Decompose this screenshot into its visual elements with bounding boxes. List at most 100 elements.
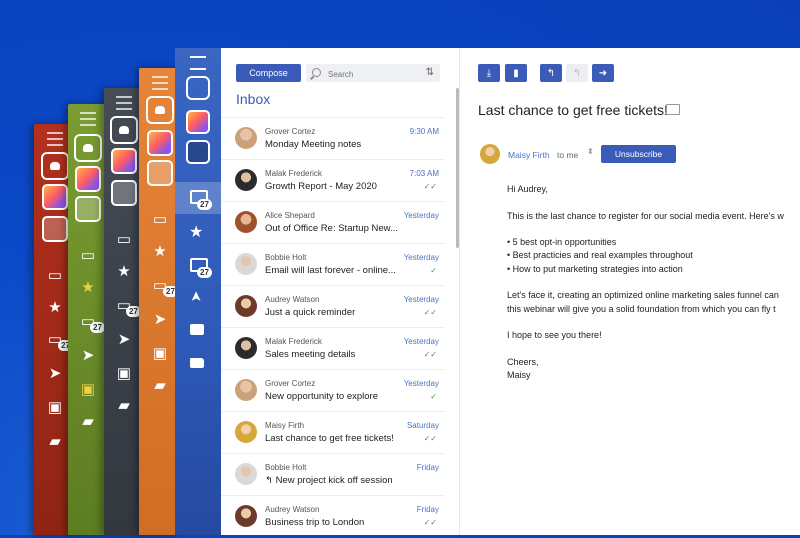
avatar-dark-icon [111, 180, 137, 206]
contacts-icon [146, 96, 174, 124]
folder-icon: ▭ [47, 267, 63, 284]
list-item[interactable]: Malak Frederick Growth Report - May 2020… [221, 159, 445, 202]
search-input[interactable] [326, 66, 420, 82]
subject: Growth Report - May 2020 [265, 181, 377, 192]
subject: Business trip to London [265, 517, 365, 528]
sender-name: Alice Shepard [265, 211, 315, 220]
reply-button[interactable]: ↰ [540, 64, 562, 82]
avatar-color-icon [147, 130, 173, 156]
send-icon[interactable]: ➤ [187, 291, 204, 303]
unsubscribe-button[interactable]: Unsubscribe [601, 145, 676, 163]
theme-panel-green: ▭ ★ ▭ 27 ➤ ▣ ▰ [68, 104, 108, 535]
list-item[interactable]: Maisy Firth Last chance to get free tick… [221, 411, 445, 454]
time: Yesterday [403, 295, 439, 304]
theme-panel-slate: ▭ ★ ▭ 27 ➤ ▣ ▰ [104, 88, 144, 535]
subject: Monday Meeting notes [265, 139, 362, 150]
list-item[interactable]: Audrey Watson Just a quick reminder Yest… [221, 285, 445, 328]
avatar-dark-icon[interactable] [186, 140, 210, 164]
star-icon: ★ [153, 243, 167, 260]
contacts-icon [41, 152, 69, 180]
avatar-color-icon[interactable] [186, 110, 210, 134]
list-item[interactable]: Malak Frederick Sales meeting details Ye… [221, 327, 445, 370]
menu-icon[interactable] [190, 56, 206, 70]
folder-open-icon: ▰ [118, 397, 130, 414]
subject: Out of Office Re: Startup New... [265, 223, 398, 234]
avatar [235, 505, 257, 527]
signoff: Cheers, [507, 356, 539, 367]
badge: 27 [90, 322, 105, 333]
move-to-folder-icon[interactable] [666, 104, 680, 115]
filter-icon[interactable]: ⇅ [426, 67, 434, 78]
search-box: ⇅ [306, 64, 440, 82]
compose-button[interactable]: Compose [236, 64, 301, 82]
send-icon: ➤ [153, 311, 167, 328]
bullet: • How to put marketing strategies into a… [507, 263, 683, 274]
avatar [235, 421, 257, 443]
greeting: Hi Audrey, [507, 184, 548, 194]
time: Friday [416, 463, 439, 472]
folder-icon: ▭ [152, 211, 168, 228]
avatar-color-icon [42, 184, 68, 210]
expand-recipients-icon[interactable]: ⬍ [587, 147, 594, 156]
list-item[interactable]: Grover Cortez New opportunity to explore… [221, 369, 445, 412]
menu-icon [116, 96, 132, 110]
sender-name: Audrey Watson [265, 505, 320, 514]
reply-all-button[interactable]: ↰ [566, 64, 588, 82]
archive-icon: ▣ [116, 365, 132, 382]
read-check: ✓ [430, 266, 437, 275]
contacts-icon [74, 134, 102, 162]
avatar [480, 144, 500, 164]
bullet: • 5 best opt-in opportunities [507, 237, 617, 248]
menu-icon [80, 112, 96, 126]
folder-open-icon: ▰ [49, 433, 61, 450]
archive-icon: ▣ [152, 345, 168, 362]
delete-button[interactable]: ▮ [505, 64, 527, 82]
sender-name[interactable]: Maisy Firth [508, 150, 550, 160]
avatar [235, 169, 257, 191]
mail-body: Hi Audrey, This is the last chance to re… [507, 183, 784, 382]
folder-open-icon[interactable] [190, 358, 204, 368]
time: Yesterday [403, 379, 439, 388]
subject: Last chance to get free tickets! [265, 433, 394, 444]
sender-name: Bobbie Holt [265, 253, 307, 262]
archive-icon: ▣ [80, 381, 96, 398]
subject: Email will last forever - online... [265, 265, 396, 276]
read-check: ✓✓ [423, 518, 437, 527]
avatar [235, 211, 257, 233]
time: Yesterday [403, 211, 439, 220]
read-check: ✓ [430, 392, 437, 401]
time: 9:30 AM [409, 127, 439, 136]
time: Yesterday [403, 337, 439, 346]
list-item[interactable]: Bobbie Holt Email will last forever - on… [221, 243, 445, 286]
contacts-icon[interactable] [186, 76, 210, 100]
folder-badge: 27 [197, 199, 212, 210]
avatar-dark-icon [75, 196, 101, 222]
bullet: • Best practicies and real examples thro… [507, 250, 693, 261]
reading-pane: ⤓ ▮ ↰ ↰ ➜ Last chance to get free ticket… [459, 48, 800, 535]
forward-button[interactable]: ➜ [592, 64, 614, 82]
sender-name: Grover Cortez [265, 379, 316, 388]
download-button[interactable]: ⤓ [478, 64, 500, 82]
star-icon[interactable]: ★ [189, 222, 203, 242]
time: Yesterday [403, 253, 439, 262]
subject: Sales meeting details [265, 349, 356, 360]
time: Friday [416, 505, 439, 514]
sidebar-item-inbox[interactable]: 27 [175, 252, 221, 282]
menu-icon [47, 132, 63, 146]
sender-name: Malak Frederick [265, 337, 322, 346]
sidebar-item-folders[interactable]: 27 [175, 182, 221, 214]
inbox-badge: 27 [197, 267, 212, 278]
inbox-pane: Compose ⇅ Inbox Grover Cortez Monday Mee… [221, 48, 459, 535]
list-item[interactable]: Grover Cortez Monday Meeting notes 9:30 … [221, 117, 445, 160]
avatar-color-icon [75, 166, 101, 192]
list-item[interactable]: Alice Shepard Out of Office Re: Startup … [221, 201, 445, 244]
time: Saturday [406, 421, 439, 430]
body-paragraph: This is the last chance to register for … [507, 210, 784, 221]
read-check: ✓✓ [423, 434, 437, 443]
sender-name: Malak Frederick [265, 169, 322, 178]
list-item[interactable]: Audrey Watson Business trip to London Fr… [221, 495, 445, 538]
list-item[interactable]: Bobbie Holt ↰ New project kick off sessi… [221, 453, 445, 496]
archive-icon[interactable] [190, 324, 204, 335]
mail-subject: Last chance to get free tickets! [478, 102, 668, 118]
read-check: ✓✓ [423, 350, 437, 359]
